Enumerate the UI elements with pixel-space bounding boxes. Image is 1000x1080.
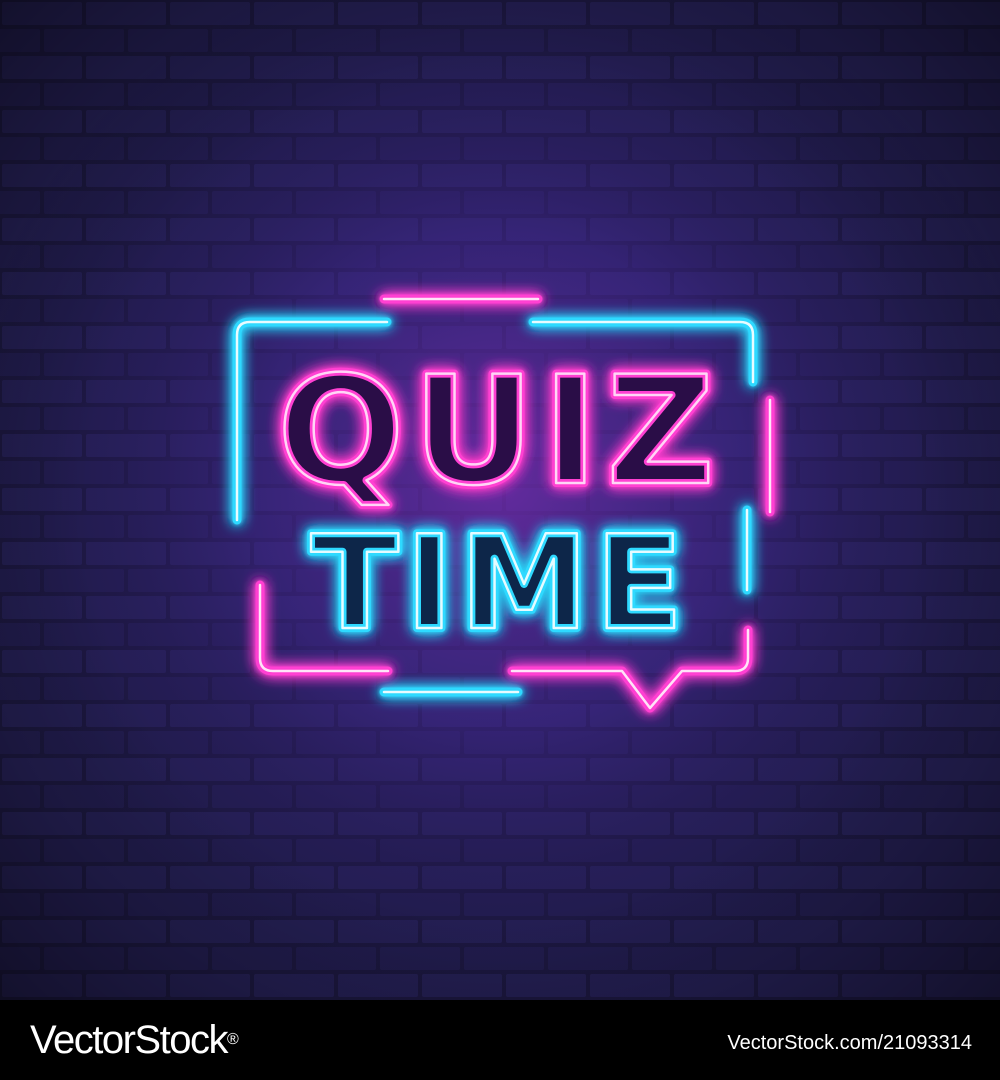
time-word-core: TIME	[310, 507, 689, 659]
registered-mark: ®	[226, 1031, 239, 1048]
image-id: VectorStock.com/21093314	[727, 1032, 972, 1054]
quiz-word-core: QUIZ	[277, 345, 723, 519]
neon-sign-artwork: QUIZ QUIZ TIME TIME	[0, 0, 1000, 1000]
neon-poster: QUIZ QUIZ TIME TIME VectorStock® VectorS…	[0, 0, 1000, 1080]
brand-name: VectorStock	[30, 1018, 228, 1062]
watermark-footer: VectorStock® VectorStock.com/21093314	[0, 1000, 1000, 1080]
vectorstock-logo: VectorStock®	[30, 1016, 239, 1064]
